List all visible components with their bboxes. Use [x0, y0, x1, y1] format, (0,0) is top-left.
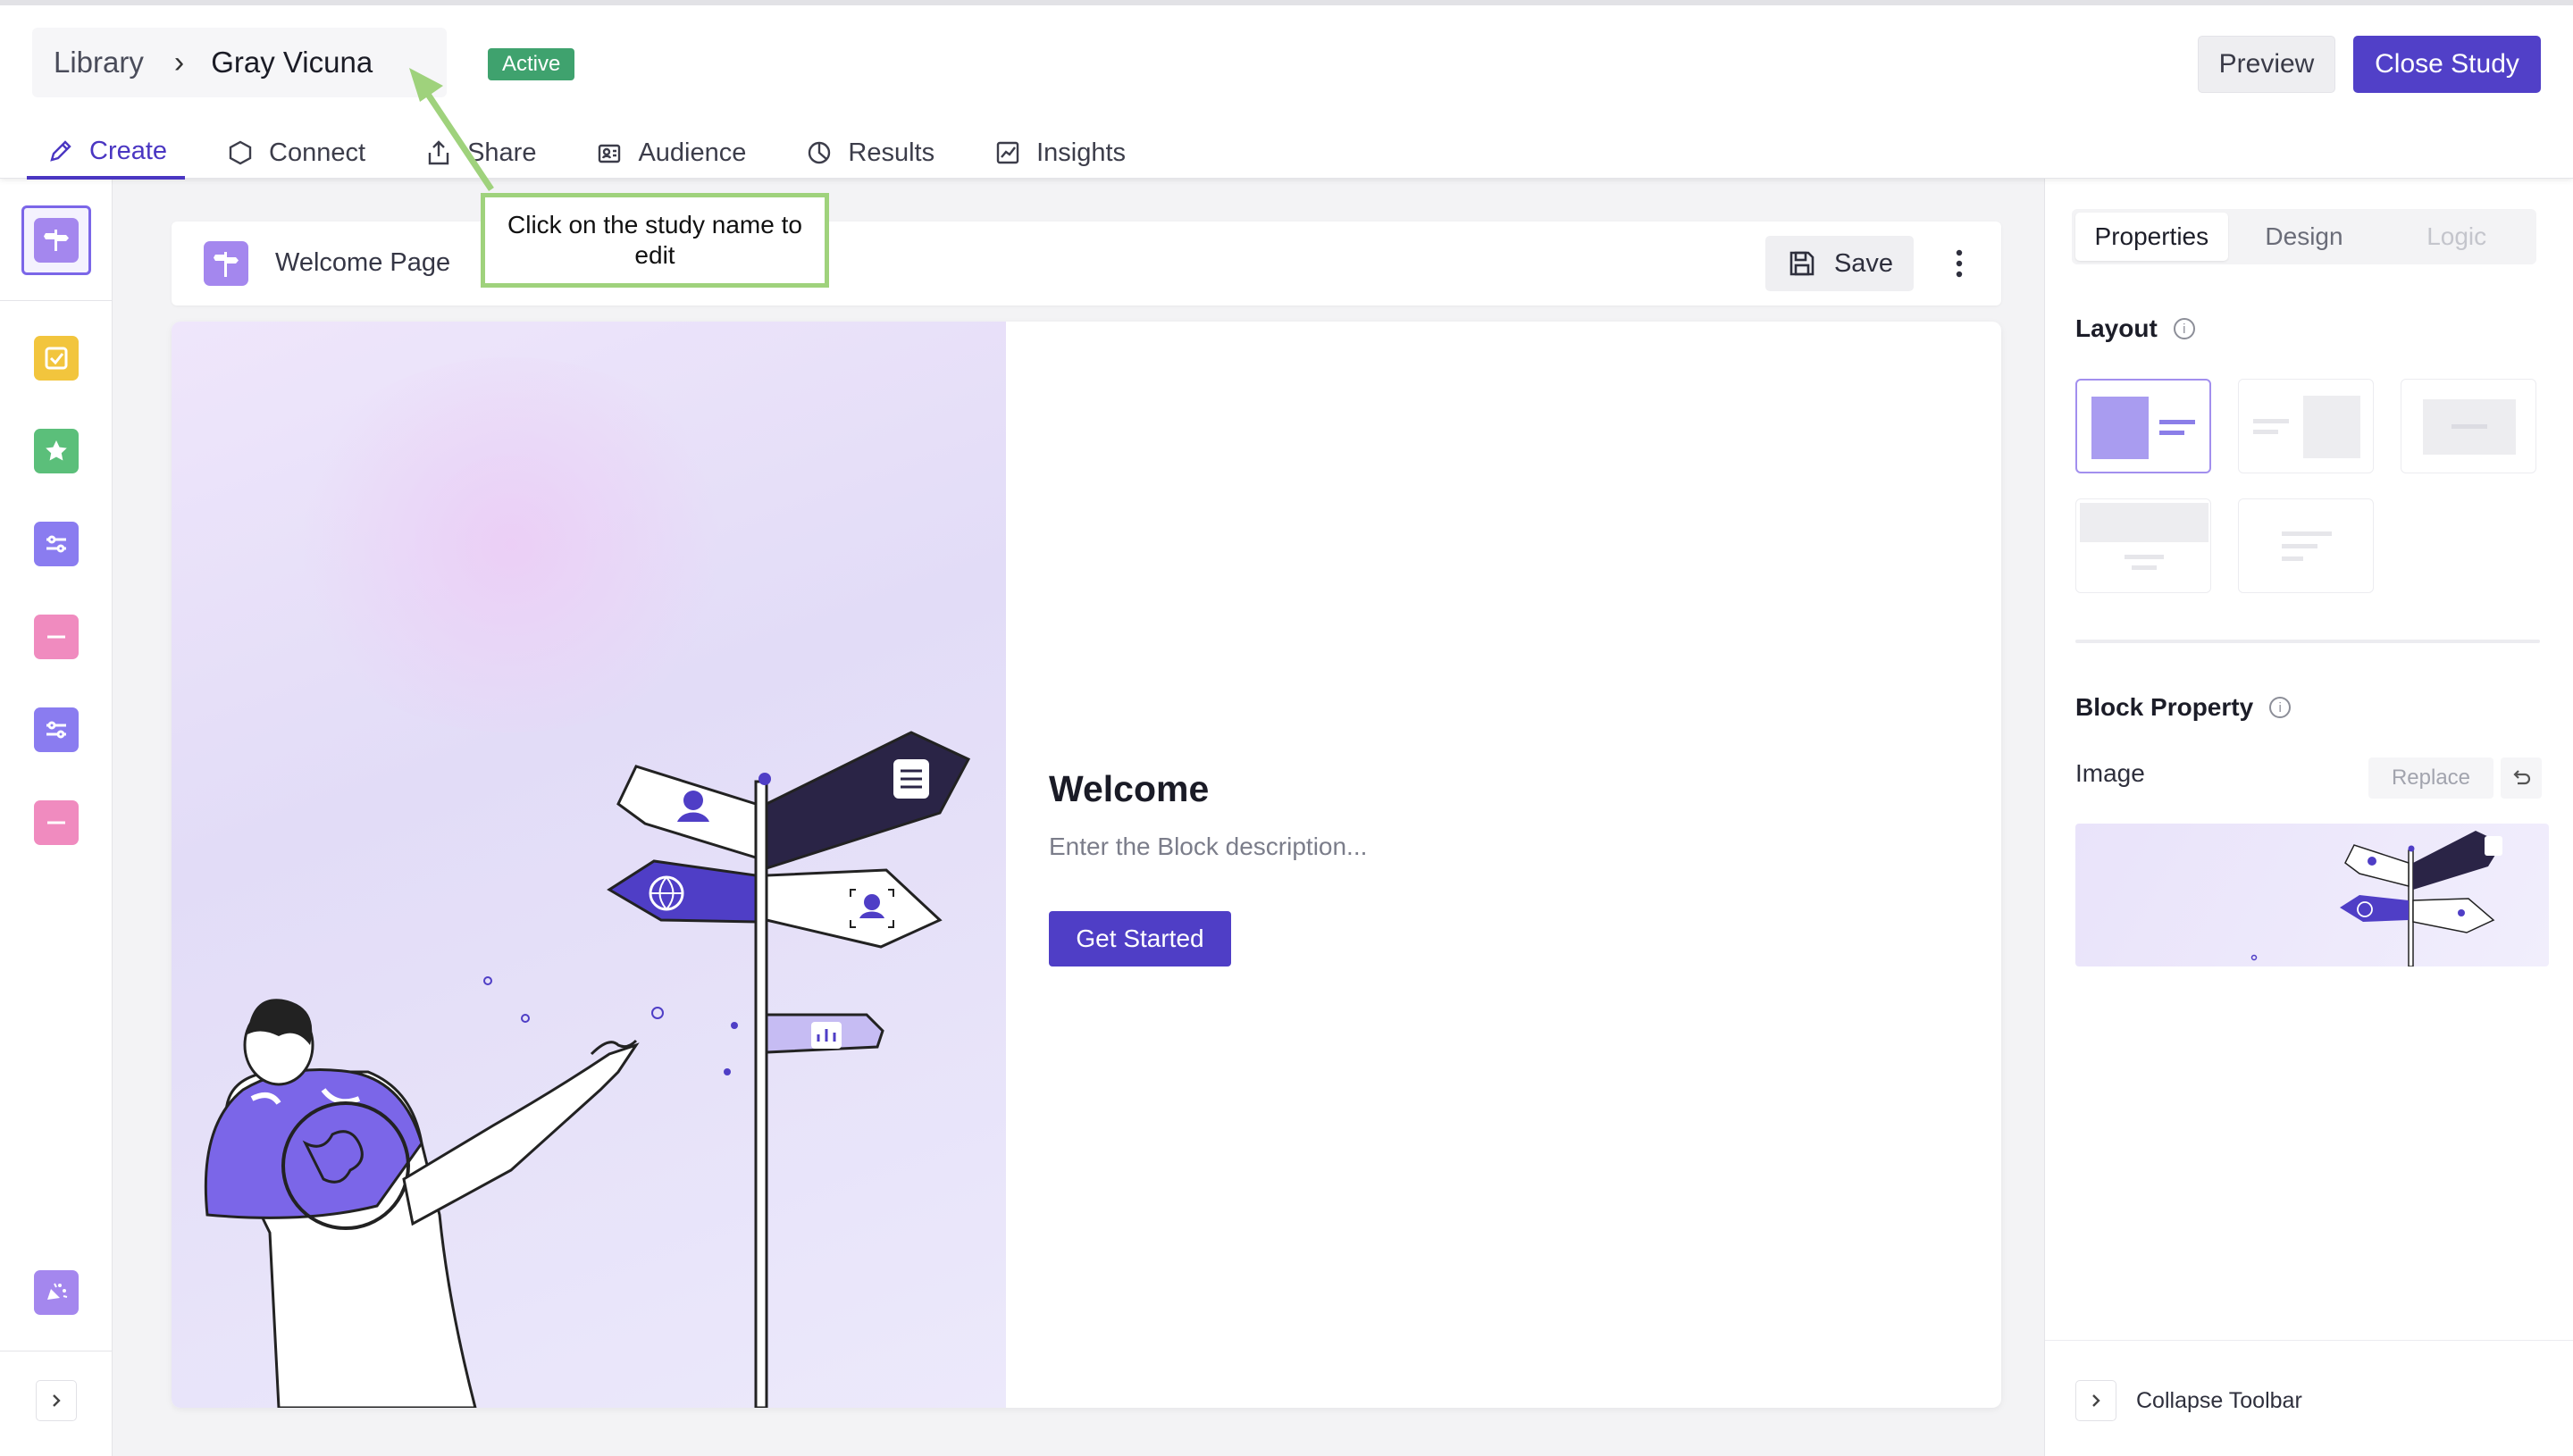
layout-section-title: Layout i: [2075, 314, 2195, 343]
chevron-right-icon: [2075, 1380, 2116, 1421]
tab-label: Audience: [638, 138, 747, 167]
audience-icon: [599, 144, 621, 163]
expand-sidebar-button[interactable]: [36, 1380, 77, 1421]
undo-icon: [2513, 770, 2531, 785]
welcome-block-icon: [34, 218, 79, 263]
top-bar: Library › Gray Vicuna Active Preview Clo…: [0, 0, 2573, 180]
tooltip-arrow-icon: [409, 68, 494, 191]
chevron-right-icon: [53, 1394, 61, 1407]
close-study-button[interactable]: Close Study: [2353, 36, 2541, 93]
get-started-button[interactable]: Get Started: [1049, 911, 1231, 966]
sidebar-item-slider-1[interactable]: [21, 509, 91, 579]
tab-audience[interactable]: Audience: [575, 126, 764, 180]
text-block-icon: [34, 615, 79, 659]
more-options-button[interactable]: [1937, 236, 1982, 291]
sidebar-item-welcome[interactable]: [21, 205, 91, 275]
save-icon: [1789, 251, 1815, 276]
image-label: Image: [2075, 759, 2145, 787]
block-title[interactable]: Welcome Page: [275, 248, 450, 278]
chevron-right-icon: ›: [173, 45, 185, 79]
layout-option-image-center[interactable]: [2401, 379, 2536, 473]
block-header: Welcome Page Save: [172, 222, 2001, 305]
tab-insights[interactable]: Insights: [974, 126, 1144, 180]
breadcrumb-library-link[interactable]: Library: [54, 46, 144, 79]
tab-logic[interactable]: Logic: [2380, 213, 2533, 261]
tab-label: Results: [848, 138, 935, 167]
tab-results[interactable]: Results: [785, 126, 952, 180]
main-tabs: Create Connect Share Audience Results In…: [27, 126, 1165, 180]
collapse-toolbar-button[interactable]: Collapse Toolbar: [2075, 1380, 2302, 1421]
layout-option-image-top[interactable]: [2075, 498, 2211, 593]
study-name[interactable]: Gray Vicuna: [211, 46, 373, 79]
checkbox-block-icon: [34, 336, 79, 381]
tab-properties[interactable]: Properties: [2075, 213, 2228, 261]
thank-you-block-icon: [34, 1270, 79, 1315]
hexagon-icon: [229, 140, 252, 165]
kebab-menu-icon: [1956, 249, 1963, 278]
tab-connect[interactable]: Connect: [206, 126, 383, 180]
block-description[interactable]: Enter the Block description...: [1049, 833, 1367, 861]
replace-image-button[interactable]: Replace: [2368, 757, 2493, 799]
section-divider: [2075, 640, 2540, 643]
layout-option-image-left[interactable]: [2075, 379, 2211, 473]
pencil-icon: [50, 140, 71, 162]
sidebar-item-checkbox[interactable]: [21, 323, 91, 393]
info-icon[interactable]: i: [2173, 318, 2195, 339]
reset-image-button[interactable]: [2501, 757, 2542, 799]
layout-image-top-icon: [2080, 503, 2208, 570]
tab-create[interactable]: Create: [27, 126, 186, 180]
slider-block-icon: [34, 522, 79, 566]
layout-option-image-right[interactable]: [2238, 379, 2374, 473]
layout-image-left-icon: [2091, 397, 2195, 459]
slider-block-icon: [34, 707, 79, 752]
layout-option-text-only[interactable]: [2238, 498, 2374, 593]
layout-text-only-icon: [2282, 531, 2332, 561]
tab-label: Create: [89, 136, 168, 165]
onboarding-tooltip: Click on the study name to edit: [481, 193, 829, 288]
welcome-block-preview: Welcome Enter the Block description... G…: [172, 322, 2001, 1408]
properties-panel: Properties Design Logic Layout i Block P…: [2044, 179, 2573, 1456]
block-sidebar: [0, 179, 113, 1456]
block-property-title: Block Property i: [2075, 693, 2292, 722]
panel-tabs: Properties Design Logic: [2072, 209, 2536, 264]
tab-label: Connect: [269, 138, 366, 167]
block-heading[interactable]: Welcome: [1049, 768, 1209, 810]
tab-label: Insights: [1036, 138, 1127, 167]
block-image[interactable]: [172, 322, 1006, 1408]
sidebar-item-text-2[interactable]: [21, 788, 91, 858]
sidebar-item-slider-2[interactable]: [21, 695, 91, 765]
save-button[interactable]: Save: [1765, 236, 1914, 291]
breadcrumb: Library › Gray Vicuna: [32, 28, 447, 97]
info-icon[interactable]: i: [2269, 697, 2292, 718]
sidebar-item-thank-you[interactable]: [21, 1258, 91, 1327]
sidebar-item-rating[interactable]: [21, 416, 91, 486]
layout-image-center-icon: [2423, 399, 2516, 455]
tab-design[interactable]: Design: [2228, 213, 2381, 261]
signpost-thumbnail: [2250, 831, 2502, 966]
text-block-icon: [34, 800, 79, 845]
sidebar-item-text-1[interactable]: [21, 602, 91, 672]
line-chart-icon: [996, 141, 1019, 164]
welcome-block-icon: [204, 241, 248, 286]
collapse-toolbar-label: Collapse Toolbar: [2136, 1387, 2302, 1413]
preview-button[interactable]: Preview: [2198, 36, 2335, 93]
pie-chart-icon: [809, 141, 831, 164]
image-thumbnail[interactable]: [2075, 824, 2549, 966]
save-label: Save: [1833, 248, 1894, 278]
layout-image-right-icon: [2253, 396, 2360, 458]
star-rating-block-icon: [34, 429, 79, 473]
